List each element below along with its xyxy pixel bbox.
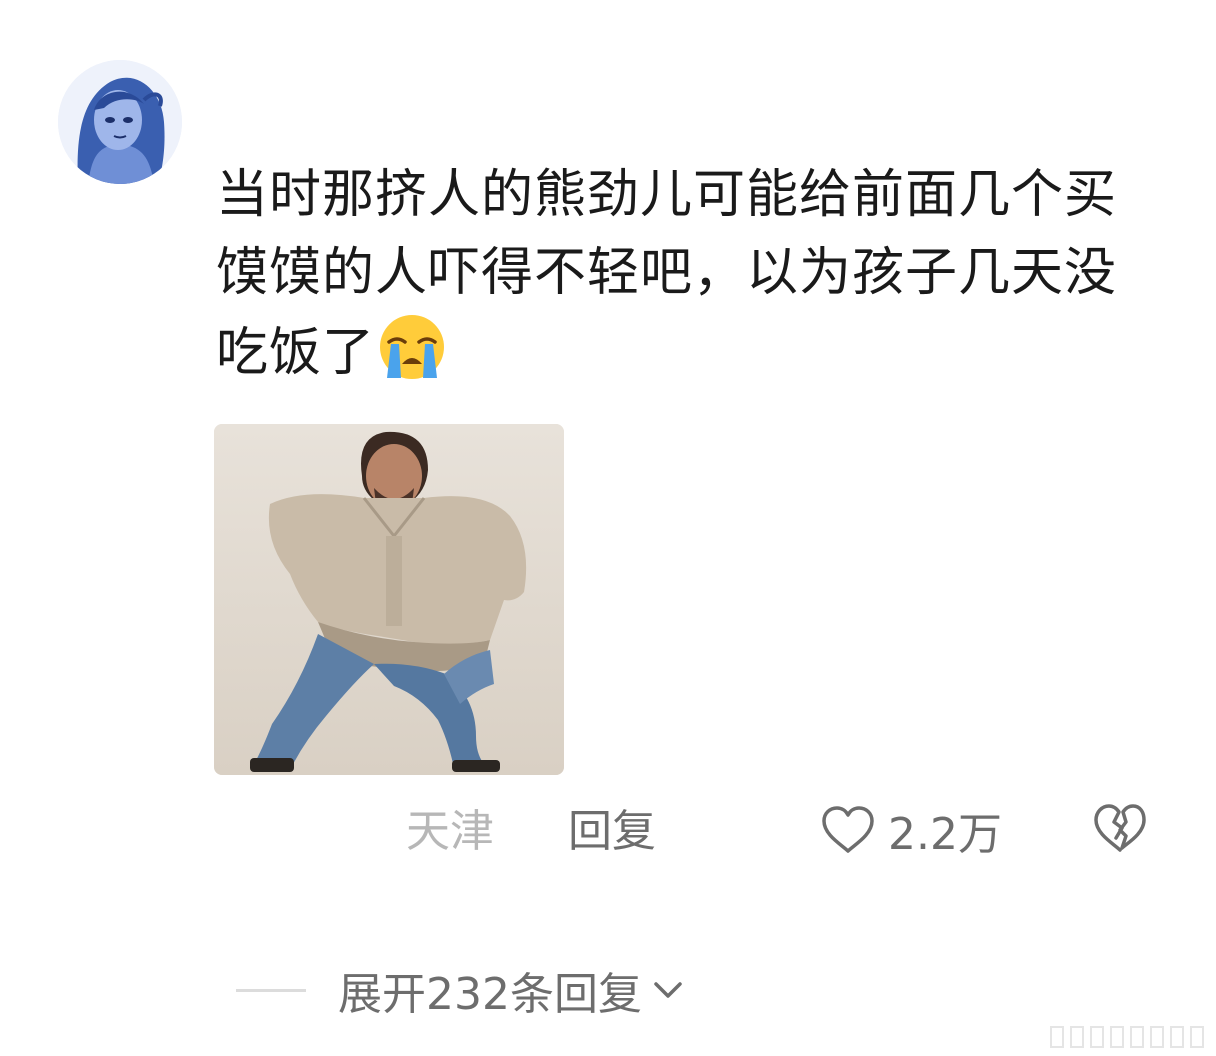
broken-heart-icon [1094, 804, 1146, 852]
comment-text: 当时那挤人的熊劲儿可能给前面几个买馍馍的人吓得不轻吧，以为孩子几天没吃饭了 [216, 156, 1136, 392]
location-label: 天津 [406, 806, 494, 857]
dislike-button[interactable] [1092, 802, 1148, 858]
comment-body: 当时那挤人的熊劲儿可能给前面几个买馍馍的人吓得不轻吧，以为孩子几天没吃饭了 [216, 165, 1118, 383]
heart-outline-icon [822, 806, 874, 853]
comment-image[interactable] [214, 424, 564, 775]
like-button[interactable]: 2.2万 [820, 800, 1002, 860]
loudly-crying-face-icon [377, 312, 447, 382]
divider [236, 988, 306, 992]
expand-replies-button[interactable]: 展开232条回复 [236, 958, 686, 1022]
avatar[interactable] [58, 60, 182, 184]
watermark [1050, 1026, 1204, 1048]
expand-replies-label: 展开232条回复 [338, 969, 642, 1020]
reply-button[interactable]: 回复 [568, 802, 656, 862]
chevron-down-icon [654, 982, 682, 998]
like-count: 2.2万 [888, 809, 1002, 860]
